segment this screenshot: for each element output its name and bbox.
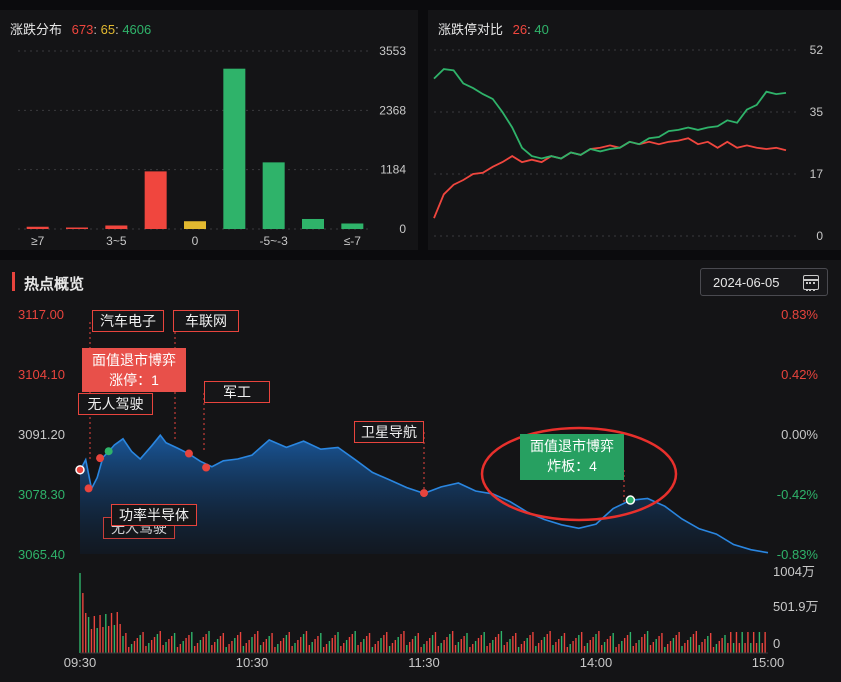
x-tick-label: ≤-7 (344, 234, 362, 248)
x-tick-label: 09:30 (64, 655, 97, 670)
limit-ratio-chart: 52 35 17 0 (433, 43, 824, 243)
limit-ratio-panel: 涨跌停对比 26: 40 52 35 17 0 (428, 10, 841, 250)
event-car-network[interactable]: 车联网 (173, 310, 239, 332)
event-military[interactable]: 军工 (204, 381, 270, 403)
distribution-chart: 3553 2368 1184 0 ≥7 3~5 0 -5~-3 ≤-7 (18, 44, 406, 248)
event-delist-limit-up[interactable]: 面值退市博弈 涨停：1 (82, 348, 186, 392)
y-tick-label: 1184 (380, 163, 406, 177)
x-tick-label: 3~5 (106, 234, 127, 248)
bar-8 (341, 223, 364, 229)
volume-tick-zero: 0 (773, 636, 780, 651)
y-right-label: -0.42% (777, 487, 819, 502)
bar-5 (223, 68, 246, 229)
event-delist-blowup[interactable]: 面值退市博弈 炸板：4 (520, 434, 624, 480)
event-label-text: 卫星导航 (361, 424, 417, 440)
x-tick-label: 15:00 (752, 655, 785, 670)
x-tick-label: -5~-3 (259, 234, 288, 248)
y-tick-label: 17 (810, 167, 824, 181)
y-left-label: 3117.00 (18, 307, 64, 322)
bar-7 (302, 218, 324, 229)
event-label-text: 涨停：1 (109, 372, 159, 388)
bar-2 (105, 225, 128, 229)
y-right-label: 0.83% (781, 307, 818, 322)
x-tick-label: 11:30 (408, 655, 440, 670)
volume-tick-max: 1004万 (773, 564, 815, 579)
y-left-label: 3065.40 (18, 547, 65, 562)
event-car-electronics[interactable]: 汽车电子 (92, 310, 164, 332)
volume-tick-mid: 501.9万 (773, 599, 819, 614)
event-autonomous-driving[interactable]: 无人驾驶 (78, 393, 153, 415)
event-dot (184, 449, 193, 458)
event-satellite-navigation[interactable]: 卫星导航 (354, 421, 424, 443)
bar-4 (184, 221, 206, 229)
event-label-text: 军工 (223, 384, 251, 400)
event-label-text: 汽车电子 (100, 313, 156, 329)
bar-1 (66, 227, 88, 229)
x-tick-label: 10:30 (236, 655, 269, 670)
y-left-label: 3078.30 (18, 487, 65, 502)
event-dot (202, 463, 211, 472)
hotspot-panel: 热点概览 2024-06-05 3117.00 0.83% 3104.10 0.42%… (0, 260, 841, 682)
event-label-text: 面值退市博弈 (92, 352, 176, 368)
y-right-label: 0.00% (781, 427, 818, 442)
y-tick-label: 3553 (379, 44, 406, 58)
x-tick-label: 14:00 (580, 655, 613, 670)
x-tick-label: ≥7 (31, 234, 45, 248)
event-dot (625, 495, 636, 505)
event-label-text: 无人驾驶 (87, 396, 144, 412)
bar-0 (26, 226, 49, 229)
y-right-label: 0.42% (781, 367, 818, 382)
series-line-up (433, 137, 787, 219)
event-power-semiconductor[interactable]: 功率半导体 (111, 504, 197, 526)
bar-6 (262, 162, 285, 229)
event-dot (420, 489, 428, 498)
y-right-label: -0.83% (777, 547, 819, 562)
y-left-label: 3104.10 (18, 367, 65, 382)
y-left-label: 3091.20 (18, 427, 65, 442)
event-dot (75, 465, 85, 475)
event-label-text: 面值退市博弈 (530, 438, 614, 454)
bar-3 (144, 171, 167, 229)
event-label-text: 炸板：4 (547, 458, 597, 474)
distribution-panel: 涨跌分布 673: 65: 4606 3553 2368 1184 0 ≥7 3~5 0 -5… (0, 10, 418, 250)
y-tick-label: 0 (816, 229, 823, 243)
event-dot (96, 454, 105, 463)
y-tick-label: 35 (810, 105, 824, 119)
event-dot (84, 484, 93, 493)
event-label-text: 车联网 (185, 313, 227, 329)
event-dot (104, 447, 113, 456)
x-tick-label: 0 (192, 234, 199, 248)
y-tick-label: 2368 (379, 103, 406, 117)
y-tick-label: 52 (810, 43, 824, 57)
event-label-text: 功率半导体 (119, 507, 189, 523)
y-tick-label: 0 (399, 222, 406, 236)
